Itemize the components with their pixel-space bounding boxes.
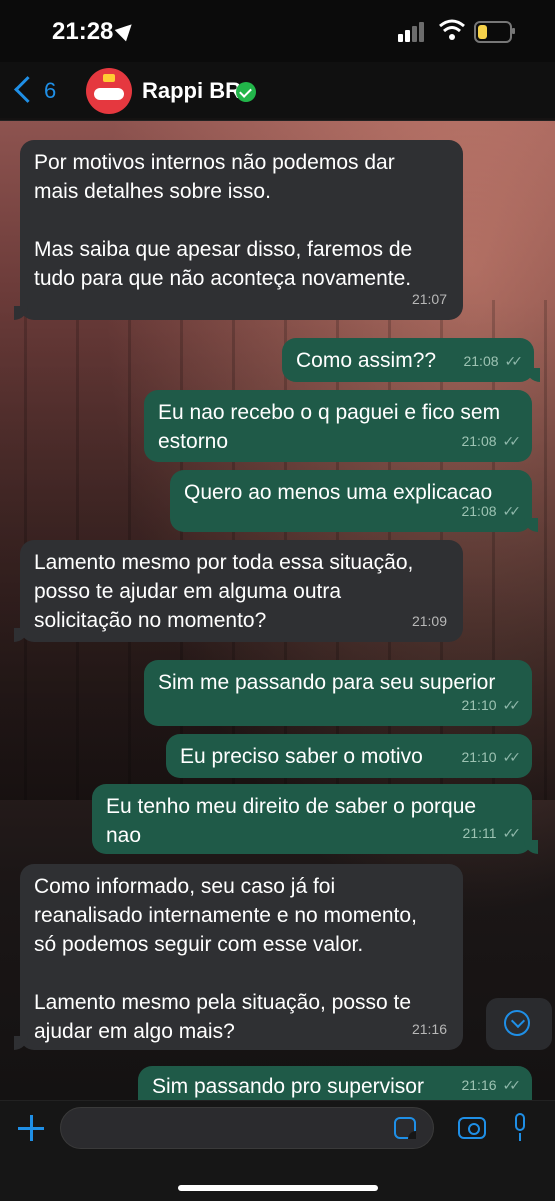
message-text: Como informado, seu caso já foi reanalis… [34, 875, 417, 1043]
read-receipt-icon: ✓✓ [502, 433, 522, 449]
outgoing-message[interactable]: Como assim?? 21:08 ✓✓ [282, 338, 540, 382]
home-indicator [178, 1185, 378, 1191]
message-time: 21:08 [463, 353, 499, 369]
back-unread-count[interactable]: 6 [44, 78, 56, 104]
outgoing-message[interactable]: Eu tenho meu direito de saber o porque n… [92, 784, 538, 854]
read-receipt-icon: ✓✓ [502, 697, 522, 713]
wifi-icon [439, 19, 465, 40]
message-time: 21:07 [411, 291, 447, 307]
read-receipt-icon: ✓✓ [502, 503, 522, 519]
incoming-message[interactable]: Por motivos internos não podemos dar mai… [14, 140, 463, 320]
message-time: 21:08 [461, 503, 497, 519]
message-time: 21:10 [461, 697, 497, 713]
message-time: 21:10 [461, 749, 497, 765]
message-text: Por motivos internos não podemos dar mai… [34, 151, 413, 290]
status-bar: 21:28 [0, 0, 555, 62]
read-receipt-icon: ✓✓ [502, 1077, 522, 1093]
battery-icon [474, 21, 512, 43]
message-text: Lamento mesmo por toda essa situação, po… [34, 551, 414, 632]
mustache-icon [94, 88, 124, 100]
message-meta: 21:10 ✓✓ [461, 743, 522, 772]
outgoing-message[interactable]: Sim passando pro supervisor 21:16 ✓✓ [138, 1066, 532, 1100]
crown-icon [103, 74, 115, 82]
outgoing-message[interactable]: Eu nao recebo o q paguei e fico sem esto… [144, 390, 532, 462]
outgoing-message[interactable]: Sim me passando para seu superior 21:10 ✓✓ [144, 660, 532, 726]
message-time: 21:16 [411, 1021, 447, 1037]
message-meta: 21:09 [412, 607, 447, 636]
status-time: 21:28 [52, 18, 114, 45]
message-meta: 21:10 ✓✓ [461, 691, 522, 720]
message-meta: 21:08 ✓✓ [461, 497, 522, 526]
chat-header: 6 Rappi BR [0, 62, 555, 121]
outgoing-message[interactable]: Quero ao menos uma explicacao 21:08 ✓✓ [170, 470, 538, 532]
message-meta: 21:16 ✓✓ [461, 1071, 522, 1100]
sticker-icon[interactable] [394, 1117, 416, 1139]
scroll-to-bottom-button[interactable] [486, 998, 552, 1050]
composer-bar [0, 1100, 555, 1201]
read-receipt-icon: ✓✓ [502, 825, 522, 841]
read-receipt-icon: ✓✓ [502, 749, 522, 765]
message-meta: 21:08 ✓✓ [461, 427, 522, 456]
message-text: Eu tenho meu direito de saber o porque n… [106, 795, 477, 847]
message-time: 21:08 [461, 433, 497, 449]
outgoing-message[interactable]: Eu preciso saber o motivo 21:10 ✓✓ [166, 734, 532, 778]
location-arrow-icon [114, 18, 138, 42]
cellular-signal-icon [398, 22, 428, 44]
read-receipt-icon: ✓✓ [504, 353, 524, 369]
camera-icon[interactable] [458, 1117, 486, 1139]
message-meta: 21:11 ✓✓ [462, 819, 522, 848]
message-meta: 21:07 [412, 285, 447, 314]
incoming-message[interactable]: Como informado, seu caso já foi reanalis… [14, 864, 463, 1050]
message-time: 21:09 [411, 613, 447, 629]
microphone-icon[interactable] [512, 1113, 528, 1141]
incoming-message[interactable]: Lamento mesmo por toda essa situação, po… [14, 540, 463, 642]
message-meta: 21:16 [412, 1015, 447, 1044]
battery-tip [512, 28, 515, 34]
chevron-down-icon [504, 1010, 530, 1036]
contact-name[interactable]: Rappi BR [142, 78, 241, 104]
message-input[interactable] [60, 1107, 434, 1149]
verified-badge-icon [236, 82, 256, 102]
message-time: 21:11 [462, 825, 497, 841]
message-meta: 21:08 ✓✓ [463, 347, 524, 376]
contact-avatar[interactable] [86, 68, 132, 114]
message-time: 21:16 [461, 1077, 497, 1093]
back-chevron-icon[interactable] [14, 76, 41, 103]
plus-icon[interactable] [18, 1115, 44, 1141]
